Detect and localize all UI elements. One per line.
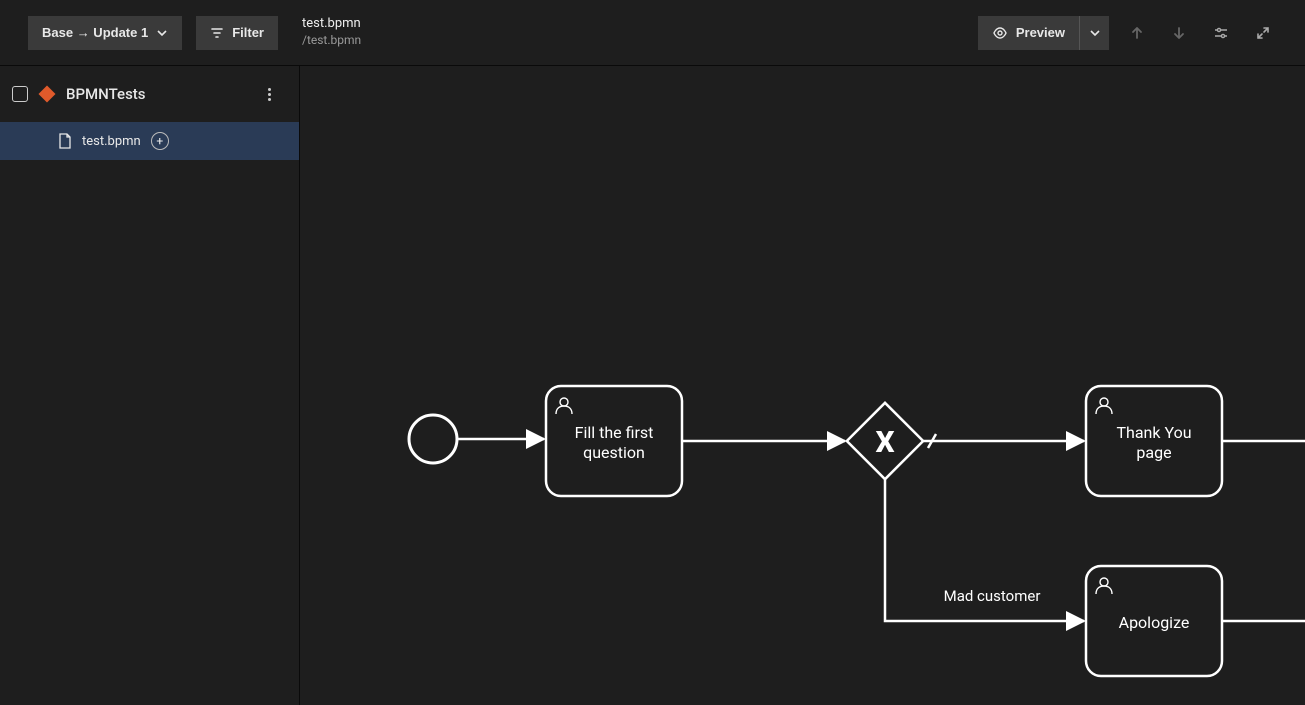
task-fill-label1: Fill the first xyxy=(575,423,654,442)
plus-badge: + xyxy=(151,132,169,150)
edge-label-mad-customer: Mad customer xyxy=(944,587,1041,605)
branch-label: Base → Update 1 xyxy=(42,25,148,40)
filter-icon xyxy=(210,26,224,40)
nav-up-button[interactable] xyxy=(1123,19,1151,47)
arrow-down-icon xyxy=(1171,25,1187,41)
task-thankyou-label1: Thank You xyxy=(1116,423,1191,442)
bpmn-task-apologize[interactable]: Apologize xyxy=(1086,566,1222,676)
toolbar: Base → Update 1 Filter test.bpmn /test.b… xyxy=(0,0,1305,66)
preview-label: Preview xyxy=(1016,25,1065,40)
task-thankyou-label2: page xyxy=(1136,443,1171,462)
sidebar-item-test-bpmn[interactable]: test.bpmn + xyxy=(0,122,299,160)
sidebar: BPMNTests test.bpmn + xyxy=(0,66,300,705)
file-info: test.bpmn /test.bpmn xyxy=(302,16,361,48)
sliders-icon xyxy=(1213,25,1229,41)
preview-split-button: Preview xyxy=(978,16,1109,50)
file-path: /test.bpmn xyxy=(302,33,361,49)
branch-selector[interactable]: Base → Update 1 xyxy=(28,16,182,50)
select-all-checkbox[interactable] xyxy=(12,86,28,102)
bpmn-start-event[interactable] xyxy=(409,415,457,463)
bpmn-task-fill[interactable]: Fill the first question xyxy=(546,386,682,496)
diamond-icon xyxy=(38,85,56,103)
expand-button[interactable] xyxy=(1249,19,1277,47)
filter-label: Filter xyxy=(232,25,264,40)
sidebar-item-label: test.bpmn xyxy=(82,134,141,149)
panel-more-button[interactable] xyxy=(255,80,283,108)
task-apologize-label1: Apologize xyxy=(1119,613,1190,632)
file-name: test.bpmn xyxy=(302,16,361,33)
expand-icon xyxy=(1255,25,1271,41)
bpmn-task-thankyou[interactable]: Thank You page xyxy=(1086,386,1222,496)
arrow-up-icon xyxy=(1129,25,1145,41)
preview-button[interactable]: Preview xyxy=(978,16,1079,50)
filter-button[interactable]: Filter xyxy=(196,16,278,50)
chevron-down-icon xyxy=(156,27,168,39)
nav-down-button[interactable] xyxy=(1165,19,1193,47)
panel-header: BPMNTests xyxy=(0,66,299,122)
diagram-canvas[interactable]: Fill the first question X Thank You page… xyxy=(300,66,1305,705)
preview-dropdown[interactable] xyxy=(1079,16,1109,50)
file-icon xyxy=(58,133,72,149)
chevron-down-icon xyxy=(1089,27,1101,39)
task-fill-label2: question xyxy=(583,443,645,462)
preview-icon xyxy=(992,25,1008,41)
bpmn-gateway-exclusive[interactable]: X xyxy=(847,403,923,479)
panel-title: BPMNTests xyxy=(66,85,146,103)
gateway-label: X xyxy=(875,425,894,460)
settings-button[interactable] xyxy=(1207,19,1235,47)
more-vertical-icon xyxy=(268,88,271,101)
